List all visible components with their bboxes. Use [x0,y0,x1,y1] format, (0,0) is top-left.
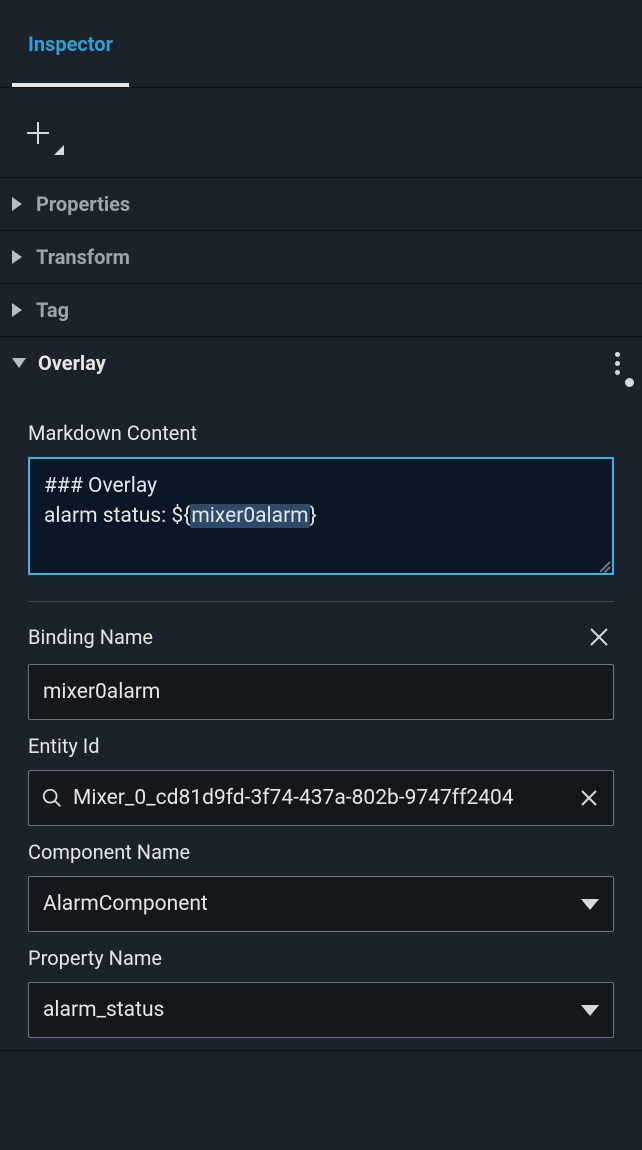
chevron-down-icon [581,899,599,910]
binding-name-value[interactable] [43,680,599,704]
section-title-tag: Tag [36,298,69,322]
section-title-properties: Properties [36,192,130,216]
add-component-button[interactable] [18,113,58,153]
markdown-text-selected: mixer0alarm [190,504,309,528]
tab-bar: Inspector [0,0,642,88]
markdown-content-label: Markdown Content [28,421,614,445]
component-name-label: Component Name [28,840,614,864]
section-header-tag[interactable]: Tag [0,284,642,336]
component-name-select[interactable]: AlarmComponent [28,876,614,932]
toolbar [0,88,642,178]
remove-binding-button[interactable] [584,622,614,652]
property-name-label: Property Name [28,946,614,970]
dropdown-notch-icon [625,378,634,387]
section-transform: Transform [0,231,642,284]
markdown-text-suffix: } [310,504,317,528]
close-icon [580,789,598,807]
caret-right-icon [12,303,22,317]
section-body-overlay: Markdown Content ### Overlay alarm statu… [0,389,642,1050]
binding-name-label: Binding Name [28,625,153,649]
tab-inspector[interactable]: Inspector [0,0,141,87]
tab-inspector-label: Inspector [28,32,113,56]
section-overlay: Overlay Markdown Content ### Overlay ala… [0,337,642,1051]
entity-id-input[interactable]: Mixer_0_cd81d9fd-3f74-437a-802b-9747ff24… [28,770,614,826]
section-title-overlay: Overlay [38,351,106,375]
entity-id-value: Mixer_0_cd81d9fd-3f74-437a-802b-9747ff24… [73,786,565,810]
caret-right-icon [12,250,22,264]
clear-entity-id-button[interactable] [575,784,603,812]
section-title-transform: Transform [36,245,130,269]
overlay-menu-button[interactable] [605,346,630,381]
plus-icon [25,120,51,146]
section-properties: Properties [0,178,642,231]
close-icon [588,626,610,648]
search-icon [41,787,63,809]
section-tag: Tag [0,284,642,337]
chevron-down-icon [581,1005,599,1016]
markdown-content-textarea[interactable]: ### Overlay alarm status: ${mixer0alarm} [28,457,614,575]
entity-id-label: Entity Id [28,734,614,758]
binding-name-input[interactable] [28,664,614,720]
property-name-value: alarm_status [43,998,164,1022]
property-name-select[interactable]: alarm_status [28,982,614,1038]
caret-right-icon [12,197,22,211]
section-header-overlay[interactable]: Overlay [0,337,642,389]
markdown-text-prefix: ### Overlay alarm status: ${ [44,474,190,528]
caret-down-icon [12,358,26,368]
divider [28,601,614,602]
component-name-value: AlarmComponent [43,892,208,916]
section-header-transform[interactable]: Transform [0,231,642,283]
section-header-properties[interactable]: Properties [0,178,642,230]
dropdown-notch-icon [54,145,64,155]
